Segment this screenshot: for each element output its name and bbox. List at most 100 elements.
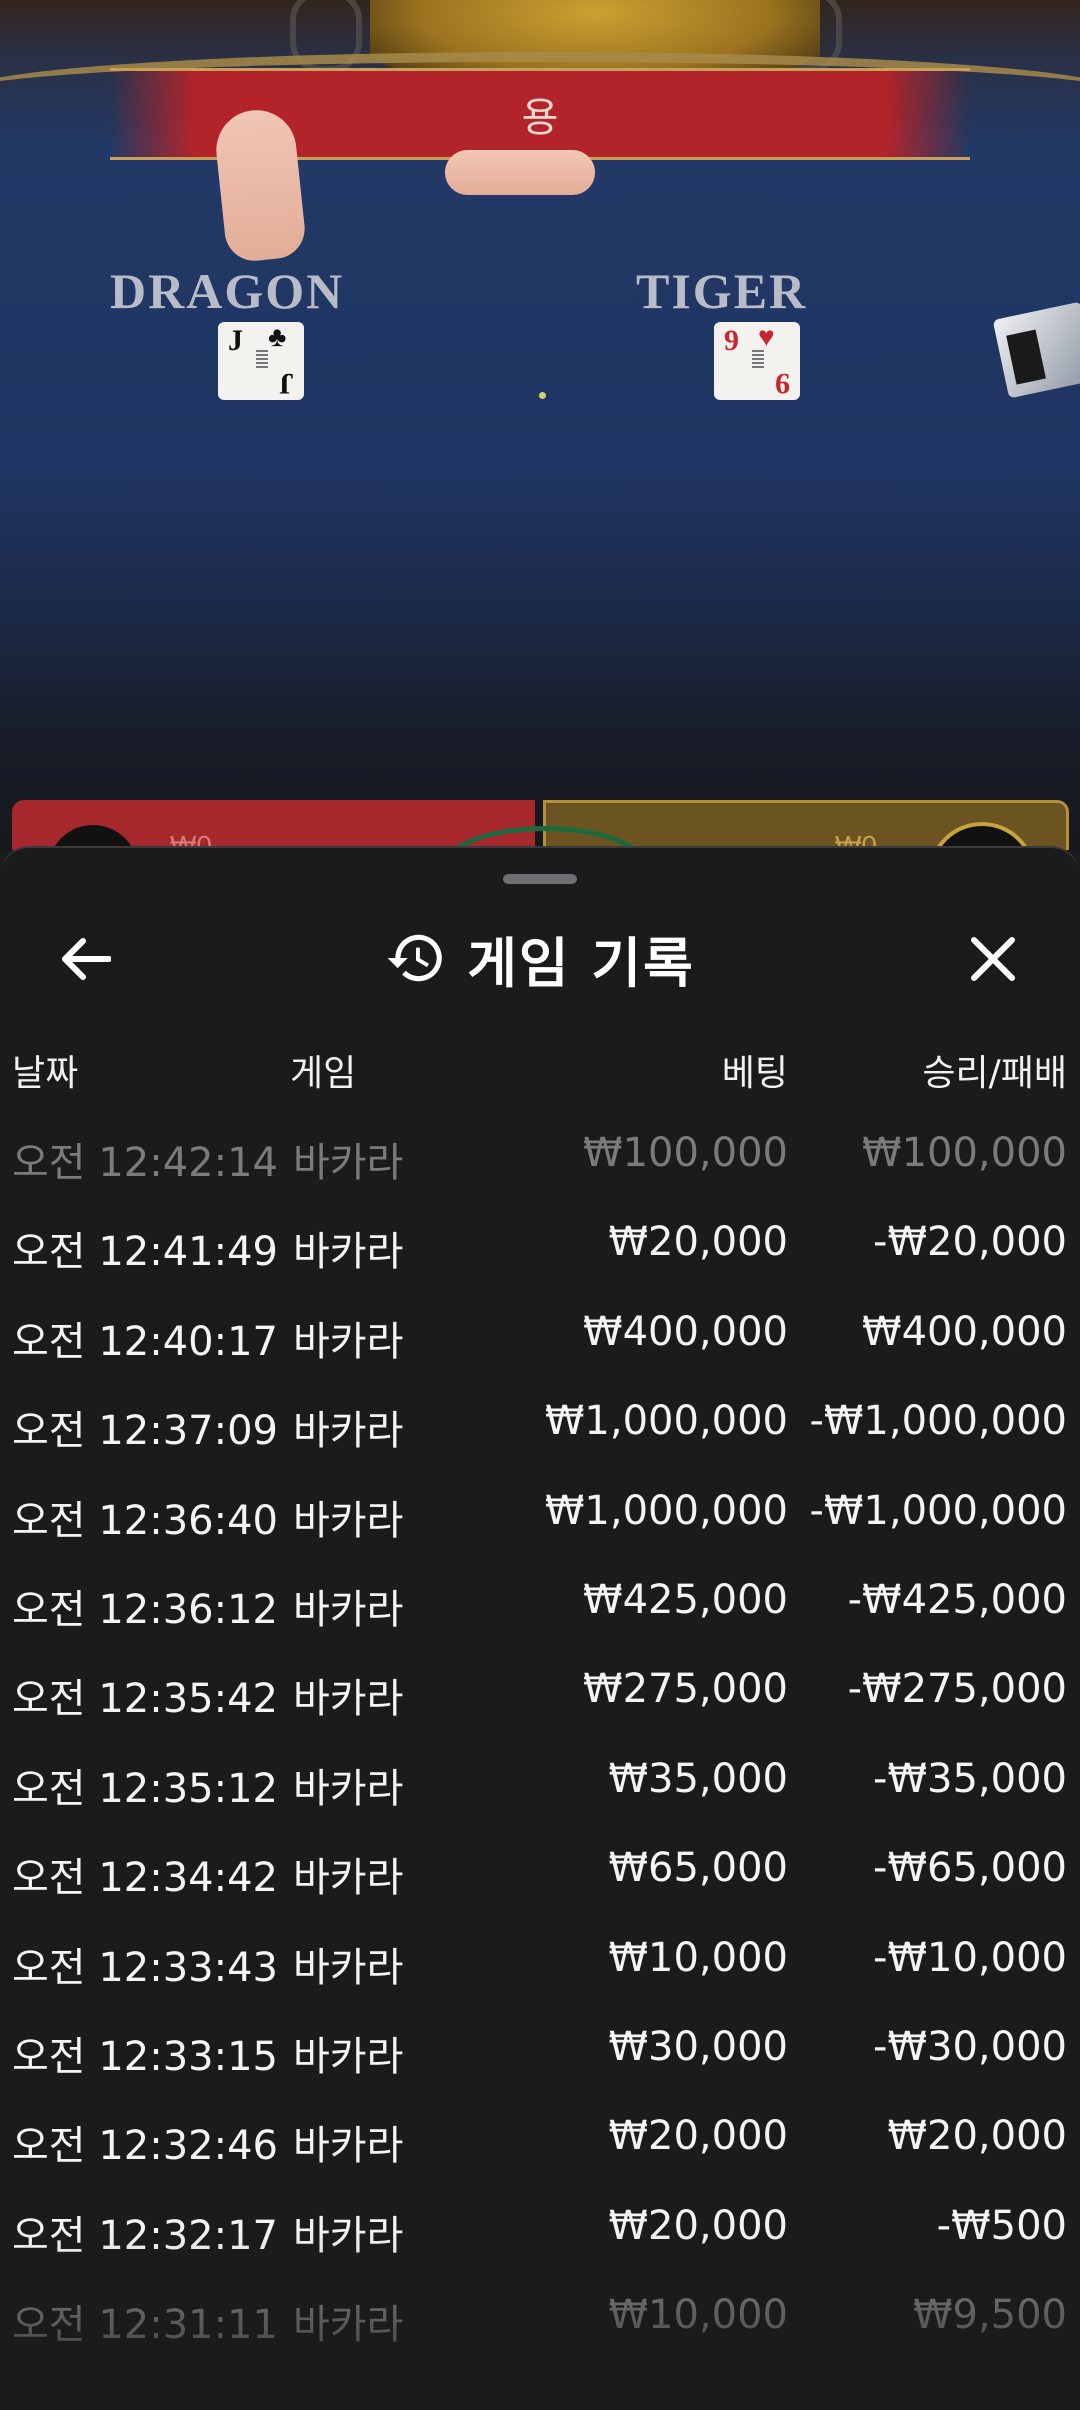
row-bet: ₩425,000 (583, 1576, 788, 1623)
back-button[interactable] (50, 924, 120, 994)
dragon-card-rank-bottom: J (279, 367, 294, 400)
row-bet: ₩30,000 (608, 2023, 788, 2070)
row-date: 오전 12:35:12 (12, 1765, 278, 1812)
row-bet: ₩400,000 (583, 1308, 788, 1355)
row-bet: ₩35,000 (608, 1755, 788, 1802)
table-row[interactable]: 오전 12:42:14 바카라 ₩100,000 ₩100,000 (0, 1118, 1080, 1207)
table-row[interactable]: 오전 12:34:42 바카라 ₩65,000 -₩65,000 (0, 1833, 1080, 1922)
table-row[interactable]: 오전 12:41:49 바카라 ₩20,000 -₩20,000 (0, 1207, 1080, 1296)
row-game: 바카라 (293, 2123, 404, 2170)
row-bet: ₩65,000 (608, 1845, 788, 1892)
row-bet: ₩10,000 (608, 2292, 788, 2339)
card-shoe (992, 301, 1080, 399)
row-winloss: -₩1,000,000 (809, 1398, 1067, 1445)
tiger-card-rank-bottom: 9 (775, 367, 790, 400)
tiger-card-rank: 9 (724, 324, 739, 357)
table-row[interactable]: 오전 12:37:09 바카라 ₩1,000,000 -₩1,000,000 (0, 1386, 1080, 1475)
table-row[interactable]: 오전 12:33:15 바카라 ₩30,000 -₩30,000 (0, 2012, 1080, 2101)
row-game: 바카라 (293, 1229, 404, 1276)
column-header-date: 날짜 (12, 1053, 79, 1094)
history-list[interactable]: 오전 12:42:14 바카라 ₩100,000 ₩100,000 오전 12:41:4… (0, 1118, 1080, 2369)
row-bet: ₩275,000 (583, 1666, 788, 1713)
close-button[interactable] (958, 924, 1028, 994)
table-row[interactable]: 오전 12:35:42 바카라 ₩275,000 -₩275,000 (0, 1654, 1080, 1743)
page-title: 게임 기록 (467, 931, 695, 995)
row-game: 바카라 (293, 2033, 404, 2080)
row-date: 오전 12:36:40 (12, 1497, 278, 1544)
dragon-card: J ♣ J (218, 322, 304, 400)
row-date: 오전 12:42:14 (12, 1140, 278, 1186)
result-banner-text: 용 (521, 96, 559, 140)
row-bet: ₩1,000,000 (544, 1487, 788, 1534)
row-game: 바카라 (293, 1765, 404, 1812)
table-row[interactable]: 오전 12:32:17 바카라 ₩20,000 -₩500 (0, 2191, 1080, 2280)
row-winloss: -₩20,000 (873, 1219, 1067, 1266)
row-game: 바카라 (293, 1318, 404, 1365)
tiger-card: 9 ♥ 9 (714, 322, 800, 400)
table-row[interactable]: 오전 12:40:17 바카라 ₩400,000 ₩400,000 (0, 1297, 1080, 1386)
column-header-bet: 베팅 (721, 1053, 788, 1094)
row-game: 바카라 (293, 1676, 404, 1723)
row-game: 바카라 (293, 2212, 404, 2259)
table-row[interactable]: 오전 12:36:40 바카라 ₩1,000,000 -₩1,000,000 (0, 1476, 1080, 1565)
row-winloss: -₩35,000 (873, 1755, 1067, 1802)
row-date: 오전 12:40:17 (12, 1318, 278, 1365)
table-row[interactable]: 오전 12:32:46 바카라 ₩20,000 ₩20,000 (0, 2101, 1080, 2190)
row-date: 오전 12:37:09 (12, 1408, 278, 1455)
row-date: 오전 12:33:15 (12, 2033, 278, 2080)
row-date: 오전 12:41:49 (12, 1229, 278, 1276)
row-date: 오전 12:31:11 (12, 2302, 278, 2349)
row-game: 바카라 (293, 1140, 404, 1186)
history-clock-icon (387, 934, 443, 982)
row-winloss: ₩20,000 (887, 2113, 1067, 2160)
row-game: 바카라 (293, 1586, 404, 1633)
row-date: 오전 12:33:43 (12, 1944, 278, 1991)
row-winloss: -₩275,000 (847, 1666, 1067, 1713)
card-face-art (752, 350, 764, 368)
card-face-art (256, 350, 268, 368)
row-winloss: -₩10,000 (873, 1934, 1067, 1981)
arrow-left-icon (62, 938, 111, 980)
table-row[interactable]: 오전 12:31:11 바카라 ₩10,000 ₩9,500 (0, 2280, 1080, 2369)
row-winloss: ₩400,000 (862, 1308, 1067, 1355)
column-header-game: 게임 (290, 1053, 357, 1094)
row-game: 바카라 (293, 2302, 404, 2349)
row-bet: ₩20,000 (608, 2202, 788, 2249)
dealer-hand-right (445, 150, 595, 195)
row-winloss: -₩30,000 (873, 2023, 1067, 2070)
title-group: 게임 기록 (0, 908, 1080, 1008)
dragon-label: DRAGON (110, 263, 345, 319)
row-winloss: -₩425,000 (847, 1576, 1067, 1623)
row-date: 오전 12:34:42 (12, 1855, 278, 1902)
row-date: 오전 12:32:46 (12, 2123, 278, 2170)
table-row[interactable]: 오전 12:33:43 바카라 ₩10,000 -₩10,000 (0, 1923, 1080, 2012)
row-game: 바카라 (293, 1944, 404, 1991)
row-date: 오전 12:32:17 (12, 2212, 278, 2259)
table-row[interactable]: 오전 12:36:12 바카라 ₩425,000 -₩425,000 (0, 1565, 1080, 1654)
row-bet: ₩100,000 (583, 1130, 788, 1176)
game-history-sheet: 게임 기록 날짜 게임 베팅 승리/패배 오전 12:42:14 바카라 ₩100,… (0, 846, 1080, 2410)
row-winloss: -₩500 (936, 2202, 1067, 2249)
row-winloss: -₩1,000,000 (809, 1487, 1067, 1534)
tiger-label: TIGER (636, 263, 808, 319)
row-bet: ₩10,000 (608, 1934, 788, 1981)
live-video-feed: 용 DRAGON TIGER J ♣ J 9 ♥ 9 ₩0 ₩0 (0, 0, 1080, 850)
row-winloss: -₩65,000 (873, 1845, 1067, 1892)
row-game: 바카라 (293, 1497, 404, 1544)
row-date: 오전 12:35:42 (12, 1676, 278, 1723)
column-header-winloss: 승리/패배 (922, 1053, 1067, 1094)
row-game: 바카라 (293, 1855, 404, 1902)
row-bet: ₩20,000 (608, 1219, 788, 1266)
close-x-icon (971, 937, 1015, 981)
row-bet: ₩1,000,000 (544, 1398, 788, 1445)
table-row[interactable]: 오전 12:35:12 바카라 ₩35,000 -₩35,000 (0, 1744, 1080, 1833)
row-game: 바카라 (293, 1408, 404, 1455)
table-marker-dot (539, 392, 546, 399)
row-winloss: ₩100,000 (862, 1130, 1067, 1176)
club-suit-icon: ♣ (268, 322, 287, 353)
dragon-card-rank: J (228, 324, 243, 357)
sheet-drag-handle[interactable] (503, 874, 577, 884)
row-date: 오전 12:36:12 (12, 1586, 278, 1633)
sheet-header: 게임 기록 (0, 908, 1080, 1008)
row-winloss: ₩9,500 (912, 2292, 1067, 2339)
